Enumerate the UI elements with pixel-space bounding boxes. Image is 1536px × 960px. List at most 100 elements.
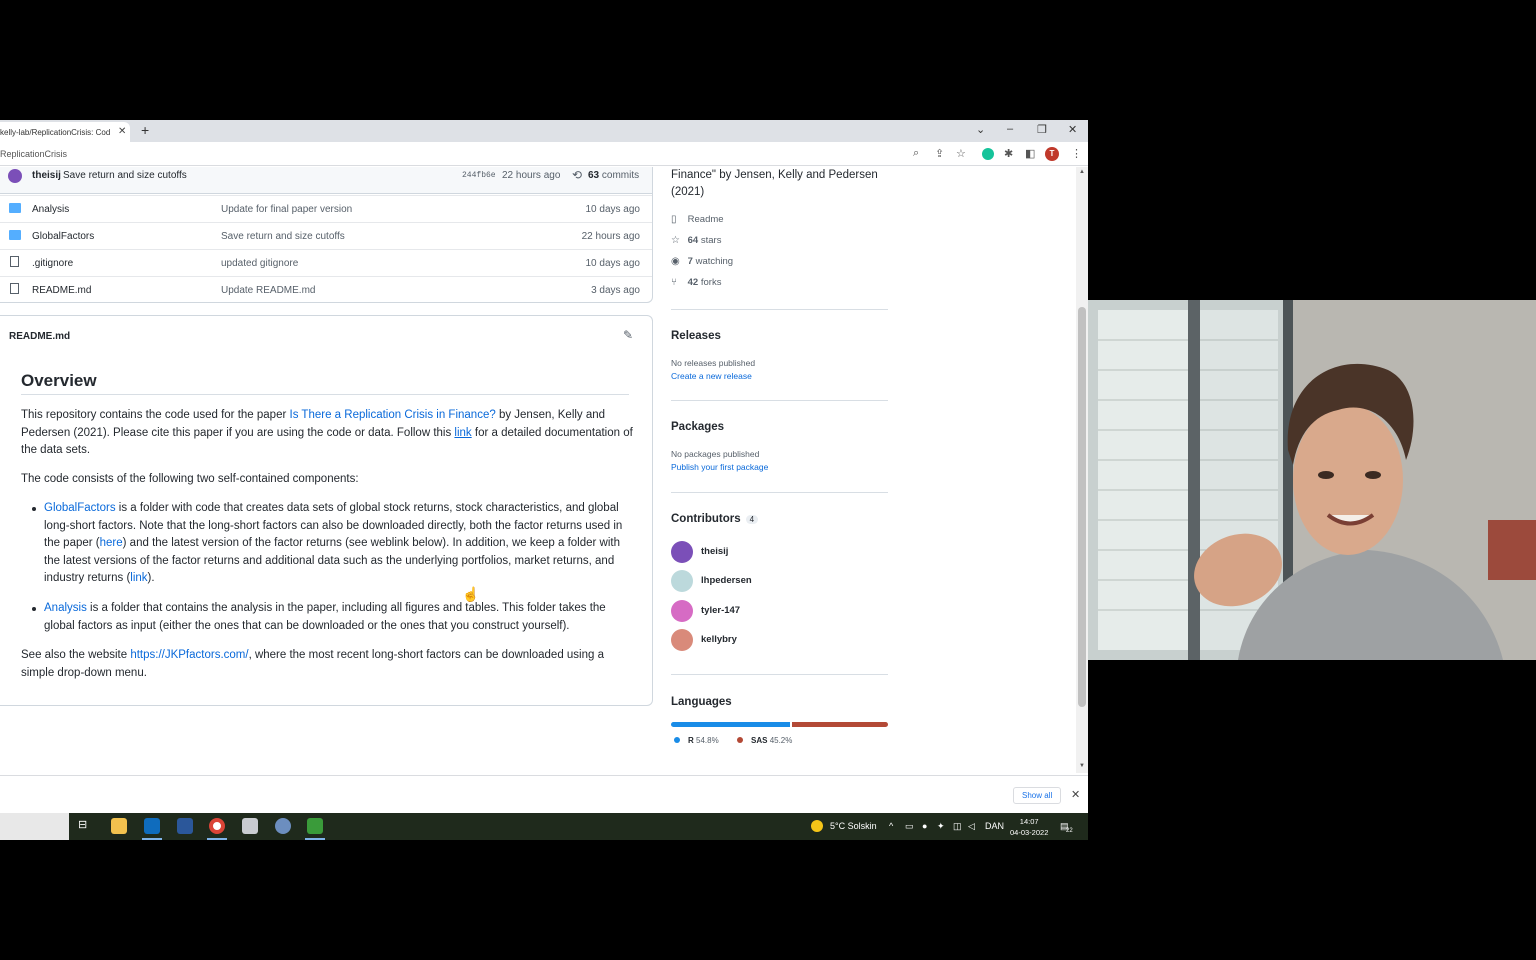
file-commit-message[interactable]: updated gitignore bbox=[221, 258, 298, 269]
file-commit-message[interactable]: Update README.md bbox=[221, 285, 315, 296]
forks-count: 42 bbox=[687, 277, 699, 288]
file-commit-message[interactable]: Update for final paper version bbox=[221, 204, 352, 215]
file-row[interactable]: GlobalFactors Save return and size cutof… bbox=[0, 222, 652, 249]
folder-icon bbox=[9, 203, 21, 213]
readme-filename[interactable]: README.md bbox=[9, 331, 70, 342]
list-bullet bbox=[32, 507, 36, 511]
r-icon[interactable] bbox=[275, 818, 291, 834]
file-name[interactable]: .gitignore bbox=[32, 258, 73, 269]
packages-heading[interactable]: Packages bbox=[671, 421, 724, 433]
rstudio-icon[interactable] bbox=[307, 818, 323, 834]
language-legend-sas[interactable]: SAS 45.2% bbox=[737, 736, 792, 745]
list-item-analysis: Analysis is a folder that contains the a… bbox=[44, 600, 634, 635]
page-scrollbar[interactable]: ▲ ▼ bbox=[1076, 167, 1088, 773]
tray-chevron-icon[interactable]: ^ bbox=[889, 821, 893, 831]
side-panel-icon[interactable]: ◧ bbox=[1025, 147, 1035, 160]
contributor-avatar[interactable] bbox=[671, 541, 693, 563]
analysis-link[interactable]: Analysis bbox=[44, 602, 87, 614]
tray-volume-icon[interactable]: ◁ bbox=[968, 821, 975, 832]
windows-taskbar: ⊟ 5°C Solskin ^ ▭ ● ✦ ◫ ◁ DAN 14:07 04-03… bbox=[0, 813, 1088, 840]
browser-tab[interactable]: kelly-lab/ReplicationCrisis: Cod ✕ bbox=[0, 122, 130, 142]
bookmark-star-icon[interactable]: ☆ bbox=[956, 147, 966, 160]
scrollbar-thumb[interactable] bbox=[1078, 307, 1086, 707]
globalfactors-link[interactable]: GlobalFactors bbox=[44, 502, 116, 514]
industry-link[interactable]: link bbox=[130, 572, 147, 584]
tray-dropbox-icon[interactable]: ✦ bbox=[937, 821, 945, 832]
task-view-icon[interactable]: ⊟ bbox=[78, 818, 94, 834]
readme-intro-paragraph: This repository contains the code used f… bbox=[21, 407, 633, 460]
watching-count: 7 bbox=[687, 256, 693, 267]
weather-text[interactable]: 5°C Solskin bbox=[830, 821, 877, 831]
commit-message[interactable]: Save return and size cutoffs bbox=[63, 170, 187, 181]
create-release-link[interactable]: Create a new release bbox=[671, 371, 752, 381]
word-icon[interactable] bbox=[177, 818, 193, 834]
outlook-icon[interactable] bbox=[144, 818, 160, 834]
download-bar-close-icon[interactable]: ✕ bbox=[1071, 788, 1080, 801]
file-commit-time: 10 days ago bbox=[585, 204, 641, 215]
tray-network-icon[interactable]: ◫ bbox=[953, 821, 962, 832]
here-link[interactable]: here bbox=[100, 537, 123, 549]
stars-label: stars bbox=[700, 235, 722, 246]
browser-menu-icon[interactable]: ⋮ bbox=[1071, 147, 1082, 160]
url-field[interactable]: ReplicationCrisis bbox=[0, 149, 67, 159]
language-legend-r[interactable]: R 54.8% bbox=[674, 736, 719, 745]
stars-link[interactable]: ☆ 64 stars bbox=[671, 235, 721, 246]
grammarly-extension-icon[interactable] bbox=[982, 148, 994, 160]
contributors-heading[interactable]: Contributors 4 bbox=[671, 513, 759, 525]
window-close-icon[interactable]: ✕ bbox=[1068, 123, 1077, 136]
contributor-name[interactable]: lhpedersen bbox=[701, 575, 752, 586]
new-tab-icon[interactable]: + bbox=[141, 122, 149, 138]
documentation-link[interactable]: link bbox=[454, 427, 471, 439]
contributor-avatar[interactable] bbox=[671, 629, 693, 651]
watching-link[interactable]: ◉ 7 watching bbox=[671, 256, 733, 267]
commits-link[interactable]: 63 commits bbox=[588, 170, 639, 181]
contributor-name[interactable]: theisij bbox=[701, 546, 728, 557]
edit-pencil-icon[interactable]: ✎ bbox=[623, 328, 633, 342]
restore-icon[interactable]: ❐ bbox=[1037, 123, 1047, 136]
commits-label: commits bbox=[601, 170, 640, 181]
share-icon[interactable]: ⇪ bbox=[935, 147, 944, 160]
weather-sun-icon[interactable] bbox=[811, 820, 823, 832]
zoom-icon[interactable]: ⌕ bbox=[913, 147, 919, 160]
releases-heading[interactable]: Releases bbox=[671, 330, 721, 342]
text-span: ). bbox=[147, 572, 155, 584]
extensions-icon[interactable]: ✱ bbox=[1004, 147, 1013, 160]
jkpfactors-link[interactable]: https://JKPfactors.com/ bbox=[130, 649, 248, 661]
contributor-name[interactable]: kellybry bbox=[701, 634, 737, 645]
file-row[interactable]: .gitignore updated gitignore 10 days ago bbox=[0, 249, 652, 276]
file-name[interactable]: GlobalFactors bbox=[32, 231, 94, 242]
language-percent: 45.2% bbox=[769, 736, 793, 745]
taskbar-clock[interactable]: 14:07 04-03-2022 bbox=[1010, 816, 1048, 838]
show-all-button[interactable]: Show all bbox=[1013, 787, 1062, 804]
minimize-icon[interactable]: – bbox=[1007, 123, 1013, 135]
publish-package-link[interactable]: Publish your first package bbox=[671, 462, 768, 472]
contributor-avatar[interactable] bbox=[671, 570, 693, 592]
history-icon[interactable]: ⟲ bbox=[572, 168, 582, 182]
file-row[interactable]: Analysis Update for final paper version … bbox=[0, 195, 652, 222]
file-explorer-icon[interactable] bbox=[111, 818, 127, 834]
contributor-avatar[interactable] bbox=[671, 600, 693, 622]
file-name[interactable]: Analysis bbox=[32, 204, 69, 215]
paper-link[interactable]: Is There a Replication Crisis in Finance… bbox=[290, 409, 496, 421]
chrome-icon[interactable] bbox=[209, 818, 225, 834]
tab-close-icon[interactable]: ✕ bbox=[118, 126, 126, 137]
taskbar-search-box[interactable] bbox=[0, 813, 69, 840]
commit-sha[interactable]: 244fb6e bbox=[462, 171, 496, 180]
file-commit-message[interactable]: Save return and size cutoffs bbox=[221, 231, 345, 242]
download-bar: Show all ✕ bbox=[0, 775, 1088, 813]
forks-link[interactable]: ⑂ 42 forks bbox=[671, 277, 721, 288]
scroll-up-icon[interactable]: ▲ bbox=[1079, 169, 1085, 175]
app-icon[interactable] bbox=[242, 818, 258, 834]
input-language[interactable]: DAN bbox=[985, 821, 1004, 831]
commit-author-avatar[interactable] bbox=[8, 169, 22, 183]
profile-avatar[interactable]: T bbox=[1045, 147, 1059, 161]
contributor-name[interactable]: tyler-147 bbox=[701, 605, 740, 616]
tray-mic-icon[interactable]: ● bbox=[922, 821, 927, 831]
file-row[interactable]: README.md Update README.md 3 days ago bbox=[0, 276, 652, 303]
commit-author[interactable]: theisij bbox=[32, 170, 61, 181]
tray-battery-icon[interactable]: ▭ bbox=[905, 821, 914, 832]
readme-link[interactable]: ▯ Readme bbox=[671, 214, 724, 225]
tab-search-icon[interactable]: ⌄ bbox=[976, 123, 985, 136]
file-name[interactable]: README.md bbox=[32, 285, 91, 296]
scroll-down-icon[interactable]: ▼ bbox=[1079, 763, 1085, 769]
